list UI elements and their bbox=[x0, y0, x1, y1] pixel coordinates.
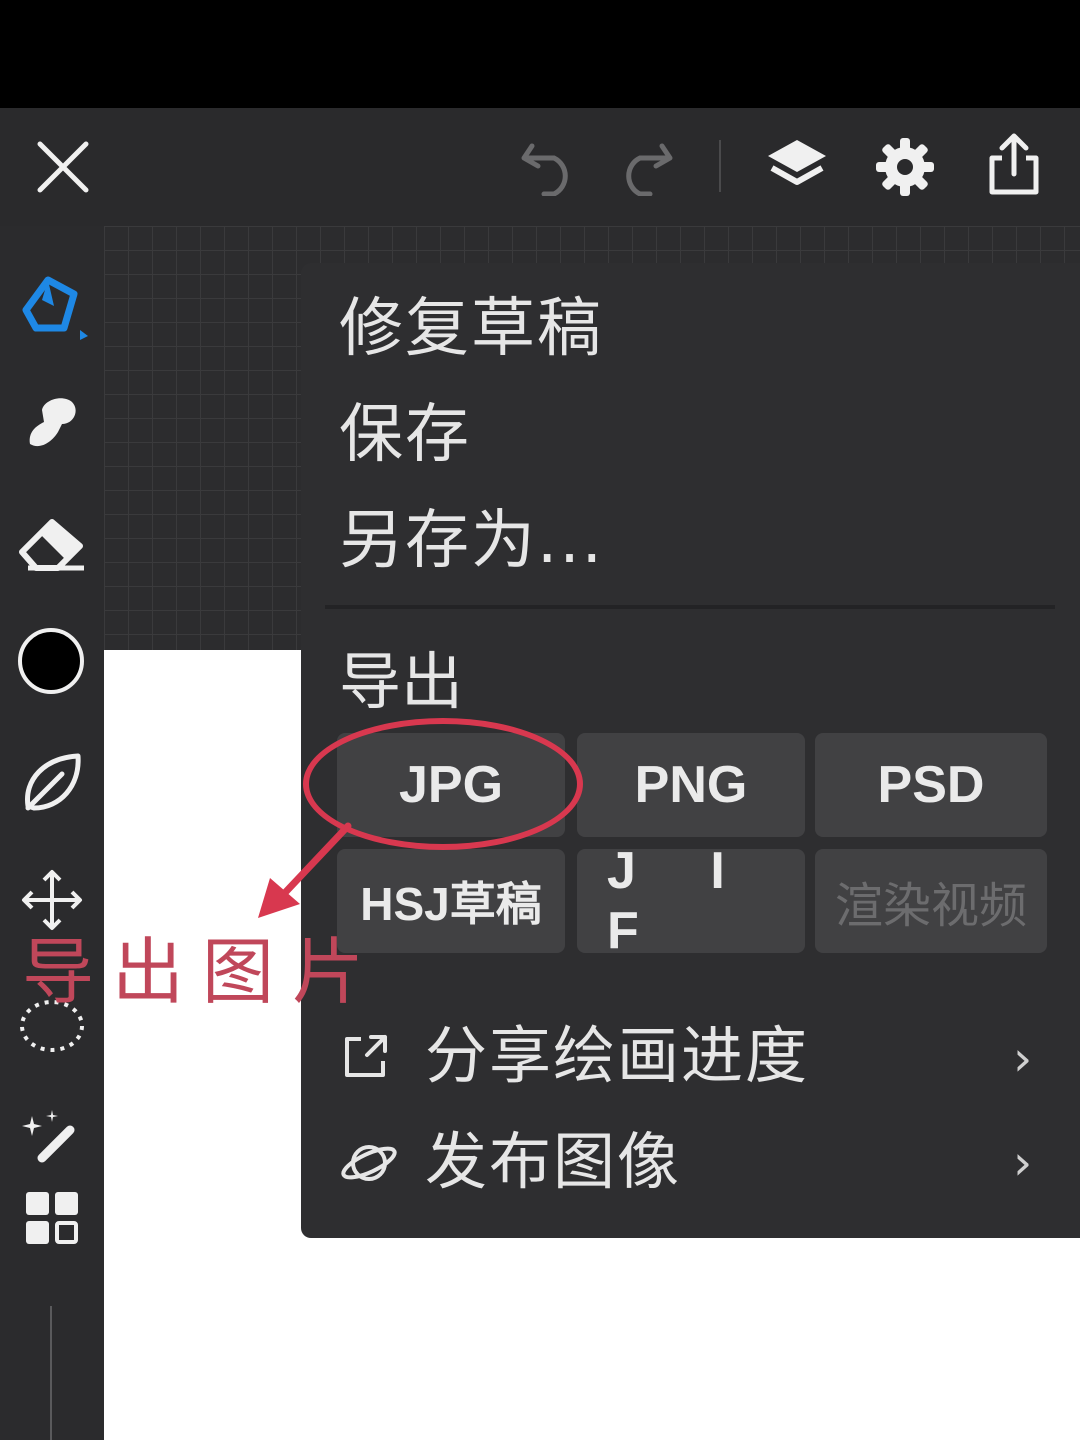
gear-icon[interactable] bbox=[874, 136, 936, 198]
share-progress-label: 分享绘画进度 bbox=[425, 1019, 810, 1092]
leaf-icon[interactable] bbox=[20, 750, 84, 814]
top-toolbar bbox=[0, 108, 1080, 226]
toolbar-divider bbox=[719, 140, 721, 192]
chevron-right-icon: › bbox=[1013, 1135, 1033, 1191]
annotation-label: 导出图片 bbox=[22, 930, 383, 1014]
layers-icon[interactable] bbox=[764, 136, 830, 198]
brush-icon[interactable] bbox=[18, 270, 90, 342]
top-black-band bbox=[0, 0, 1080, 108]
transform-icon[interactable] bbox=[20, 868, 84, 932]
annotation-arrow bbox=[258, 822, 352, 918]
share-progress-item[interactable]: 分享绘画进度 bbox=[339, 1017, 1049, 1097]
chevron-right-icon: › bbox=[1013, 1031, 1033, 1087]
planet-icon bbox=[341, 1145, 397, 1181]
export-jif-button[interactable]: J I F bbox=[577, 842, 805, 960]
render-video-button[interactable]: 渲染视频 bbox=[815, 849, 1047, 953]
close-icon[interactable] bbox=[34, 138, 92, 196]
magic-wand-icon[interactable] bbox=[22, 1110, 84, 1166]
external-link-icon bbox=[345, 1035, 387, 1077]
menu-item-save-as[interactable]: 另存为... bbox=[339, 509, 604, 573]
menu-item-restore-draft[interactable]: 修复草稿 bbox=[339, 297, 603, 361]
redo-icon[interactable] bbox=[612, 136, 676, 196]
left-tool-rail bbox=[0, 226, 104, 1440]
menu-separator bbox=[325, 605, 1055, 609]
export-psd-button[interactable]: PSD bbox=[815, 733, 1047, 837]
eraser-icon[interactable] bbox=[18, 516, 86, 572]
color-swatch[interactable] bbox=[18, 628, 84, 694]
publish-image-label: 发布图像 bbox=[425, 1125, 682, 1198]
brush-size-slider[interactable] bbox=[50, 1306, 52, 1440]
export-section-label: 导出 bbox=[339, 645, 464, 718]
menu-item-save[interactable]: 保存 bbox=[339, 403, 471, 467]
export-png-button[interactable]: PNG bbox=[577, 733, 805, 837]
grid-icon[interactable] bbox=[24, 1190, 80, 1246]
smudge-icon[interactable] bbox=[22, 392, 82, 452]
publish-image-item[interactable]: 发布图像 bbox=[339, 1123, 1049, 1203]
undo-icon[interactable] bbox=[518, 136, 582, 196]
share-icon[interactable] bbox=[984, 132, 1044, 198]
